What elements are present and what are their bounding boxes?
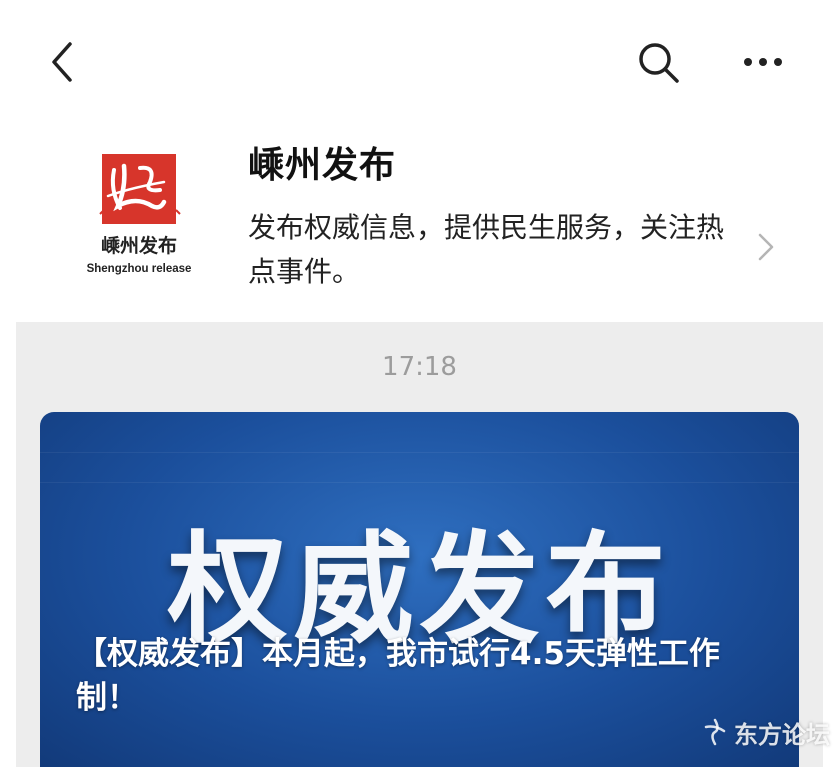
more-dots-icon — [744, 58, 782, 66]
watermark-text: 东方论坛 — [734, 720, 830, 749]
logo-text-en: Shengzhou release — [87, 263, 192, 275]
watermark: 东方论坛 — [700, 712, 830, 752]
account-name: 嵊州发布 — [248, 145, 397, 186]
top-nav-bar — [0, 0, 839, 120]
more-options-button[interactable] — [738, 48, 788, 76]
back-button[interactable] — [44, 40, 84, 84]
shengzhou-release-logo: 嵊州发布 Shengzhou release — [87, 154, 192, 275]
message-list: 17:18 权威发布 【权威发布】本月起，我市试行4.5天弹性工作制！ — [16, 322, 823, 767]
account-profile-row[interactable]: 嵊州发布 Shengzhou release 嵊州发布 发布权威信息，提供民生服… — [0, 118, 839, 318]
cover-decoration — [40, 452, 799, 453]
article-card[interactable]: 权威发布 【权威发布】本月起，我市试行4.5天弹性工作制！ — [40, 412, 799, 767]
chevron-right-icon — [758, 233, 774, 261]
forum-logo-icon — [704, 718, 726, 746]
logo-text-cn: 嵊州发布 — [101, 234, 177, 257]
account-description: 发布权威信息，提供民生服务，关注热点事件。 — [248, 211, 725, 288]
search-icon — [639, 43, 679, 83]
message-timestamp: 17:18 — [382, 352, 457, 382]
account-logo: 嵊州发布 Shengzhou release — [80, 148, 198, 278]
cover-decoration — [40, 482, 799, 483]
article-title: 【权威发布】本月起，我市试行4.5天弹性工作制！ — [76, 636, 720, 716]
chevron-left-icon — [52, 42, 72, 82]
search-button[interactable] — [636, 40, 682, 86]
